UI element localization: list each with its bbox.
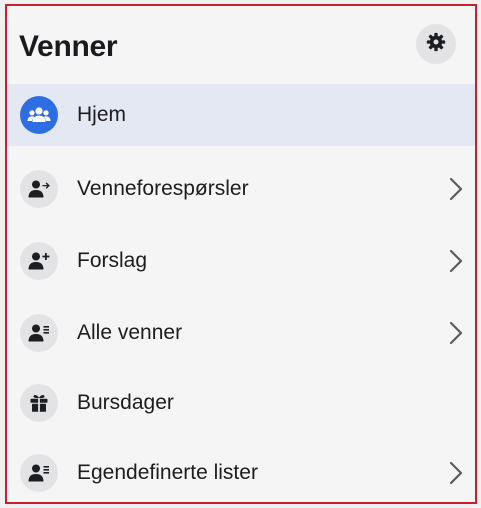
sidebar-item-egendefinerte-lister[interactable]: Egendefinerte lister	[7, 442, 475, 504]
page-title: Venner	[19, 30, 118, 63]
friend-request-icon	[20, 170, 58, 208]
friend-list-icon	[20, 454, 58, 492]
sidebar-item-venneforesporsler[interactable]: Venneforespørsler	[7, 158, 475, 220]
add-friend-icon	[20, 242, 58, 280]
chevron-right-icon	[449, 461, 463, 485]
sidebar-item-label: Venneforespørsler	[77, 177, 249, 200]
sidebar-item-forslag[interactable]: Forslag	[7, 230, 475, 292]
sidebar-item-label: Egendefinerte lister	[77, 461, 258, 484]
gear-icon	[426, 32, 446, 57]
friend-list-icon	[20, 314, 58, 352]
sidebar-item-label: Alle venner	[77, 321, 183, 344]
friends-icon	[20, 96, 58, 134]
chevron-right-icon	[449, 177, 463, 201]
friends-sidebar: Venner Hjem Venneforespørsler Forslag Al…	[5, 4, 477, 504]
sidebar-header: Venner	[7, 6, 475, 84]
sidebar-item-label: Hjem	[77, 103, 127, 126]
chevron-right-icon	[449, 321, 463, 345]
sidebar-item-label: Bursdager	[77, 391, 174, 414]
sidebar-item-label: Forslag	[77, 249, 148, 272]
sidebar-item-bursdager[interactable]: Bursdager	[7, 372, 475, 434]
sidebar-item-hjem[interactable]: Hjem	[7, 84, 475, 146]
settings-button[interactable]	[416, 24, 456, 64]
sidebar-item-alle-venner[interactable]: Alle venner	[7, 302, 475, 364]
gift-icon	[20, 384, 58, 422]
chevron-right-icon	[449, 249, 463, 273]
